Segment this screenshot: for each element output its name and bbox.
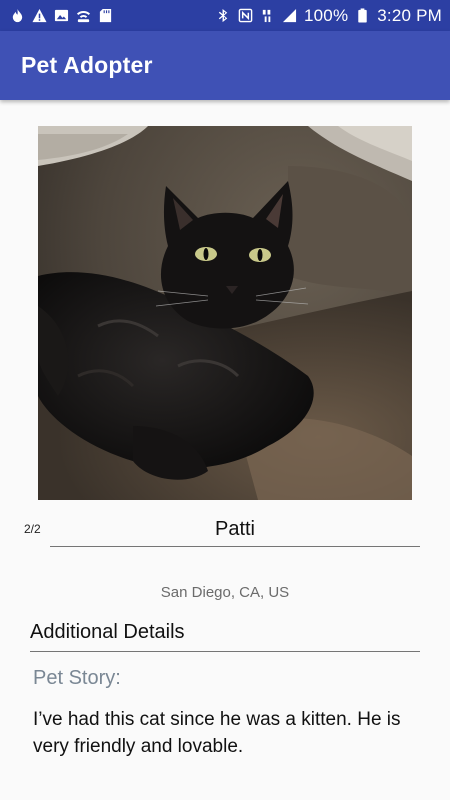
- image-icon: [54, 8, 69, 23]
- nfc-icon: [238, 8, 253, 23]
- sd-card-icon: [98, 8, 113, 23]
- status-left-icons: [10, 8, 113, 23]
- status-bar: 100% 3:20 PM: [0, 0, 450, 31]
- clock: 3:20 PM: [377, 5, 442, 25]
- network-type-icon: [260, 8, 275, 23]
- photo-counter: 2/2: [24, 522, 41, 536]
- fire-icon: [10, 8, 25, 23]
- pet-name-field: Patti: [50, 513, 420, 547]
- warning-icon: [32, 8, 47, 23]
- battery-percent: 100%: [304, 5, 349, 25]
- pet-photo[interactable]: [38, 126, 412, 500]
- bluetooth-icon: [216, 8, 231, 23]
- signal-icon: [282, 8, 297, 23]
- app-title: Pet Adopter: [21, 52, 153, 78]
- wifi-calling-icon: [76, 8, 91, 23]
- black-cat-on-couch-image: [38, 126, 412, 500]
- pet-location: San Diego, CA, US: [160, 584, 290, 601]
- pet-story-text: I’ve had this cat since he was a kitten.…: [33, 709, 401, 757]
- status-right-icons: 100% 3:20 PM: [216, 6, 442, 26]
- app-bar: Pet Adopter: [0, 31, 450, 100]
- pet-name: Patti: [214, 518, 256, 540]
- pet-story-label: Pet Story:: [33, 667, 121, 689]
- additional-details-header: Additional Details: [30, 621, 420, 652]
- additional-details-title: Additional Details: [30, 621, 185, 643]
- battery-icon: [355, 8, 370, 23]
